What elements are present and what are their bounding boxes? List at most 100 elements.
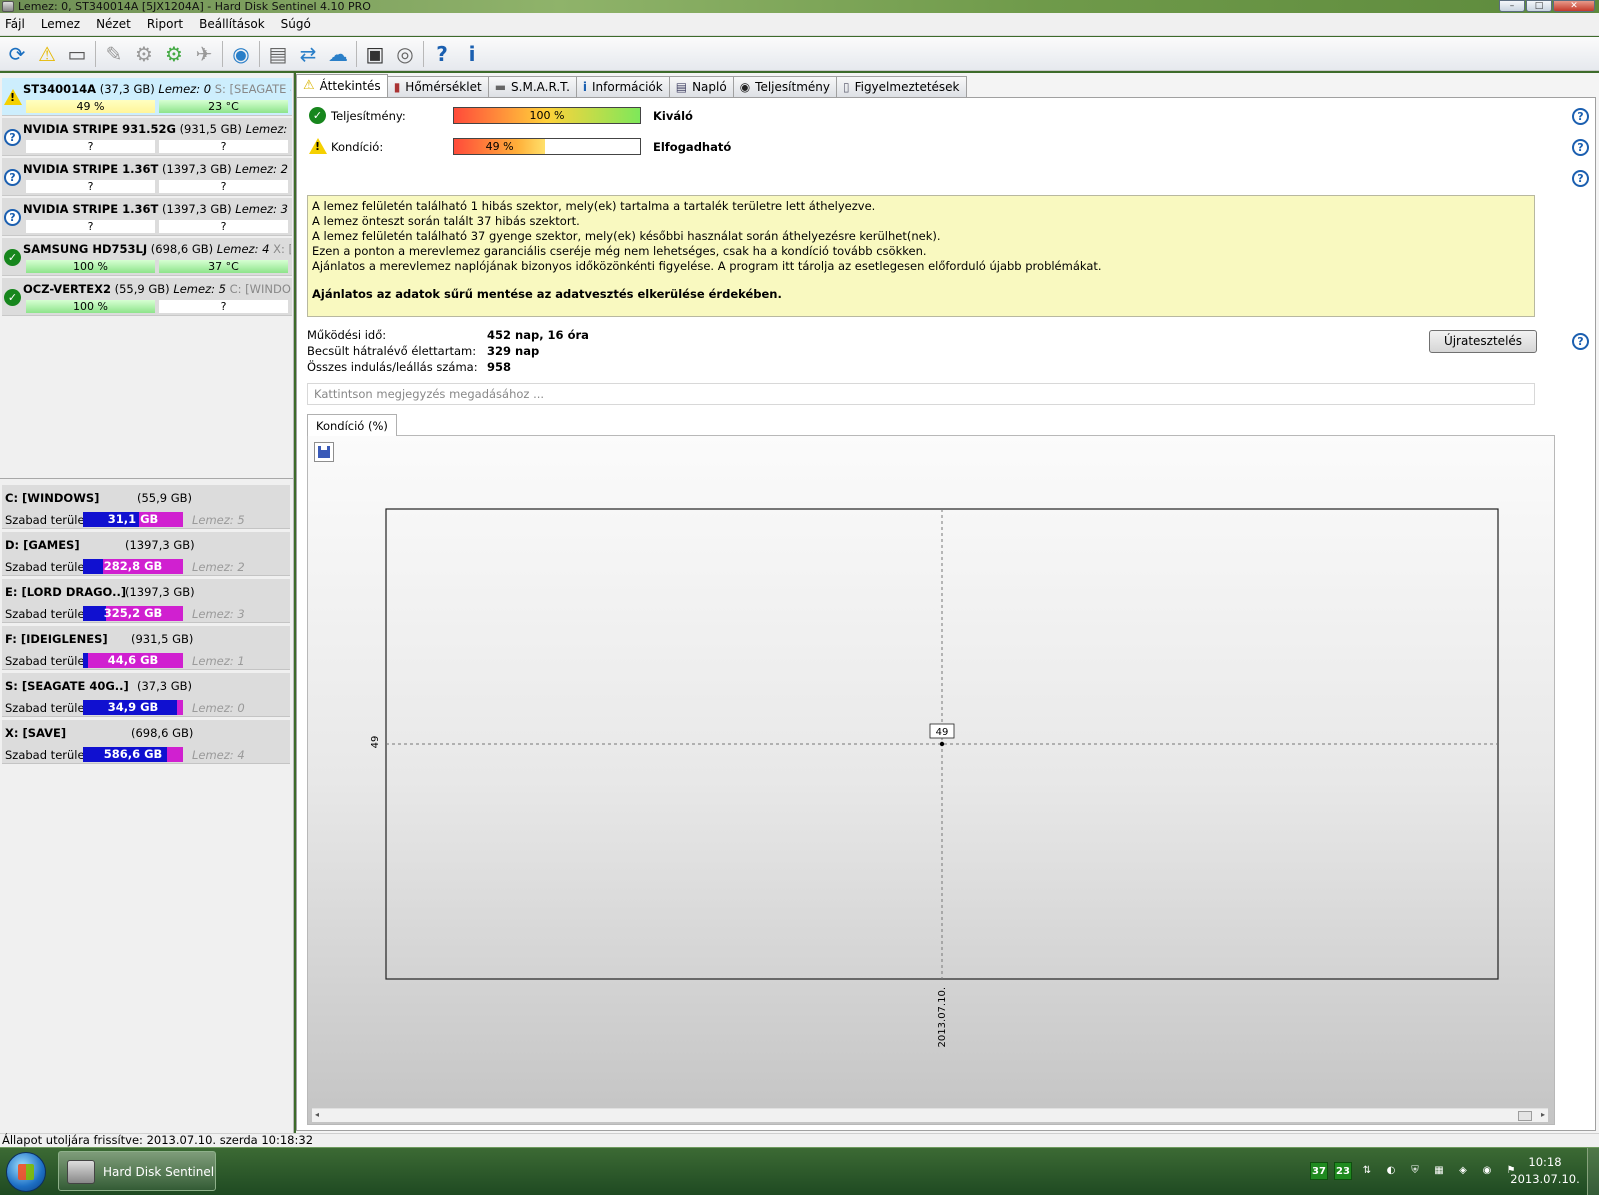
free-space-label: Szabad terület — [5, 701, 90, 715]
close-button[interactable]: ✕ — [1553, 0, 1595, 12]
stat-label: Működési idő: — [307, 328, 387, 342]
network-icon[interactable]: ⇅ — [1358, 1162, 1376, 1180]
help-icon[interactable]: ? — [1572, 139, 1589, 156]
clock-icon[interactable]: ◉ — [1478, 1162, 1496, 1180]
refresh-icon[interactable]: ⟳ — [2, 39, 32, 69]
performance-verdict: Kiváló — [653, 109, 693, 123]
sync-icon[interactable]: ⇄ — [293, 39, 323, 69]
disk-item-4[interactable]: ✓ SAMSUNG HD753LJ (698,6 GB) Lemez: 4 X:… — [2, 238, 292, 276]
volume-item-s[interactable]: S: [SEAGATE 40G..] (37,3 GB) Szabad terü… — [2, 673, 290, 717]
performance-label: Teljesítmény: — [331, 109, 406, 123]
report-icon[interactable]: ▤ — [263, 39, 293, 69]
info-icon[interactable]: i — [457, 39, 487, 69]
help-icon[interactable]: ? — [1572, 108, 1589, 125]
tray-temp-2[interactable]: 23 — [1334, 1162, 1352, 1180]
tab-label: Figyelmeztetések — [854, 80, 960, 94]
note-input[interactable]: Kattintson megjegyzés megadásához ... — [307, 383, 1535, 405]
tab-label: Teljesítmény — [755, 80, 830, 94]
menu-view[interactable]: Nézet — [95, 17, 140, 31]
taskbar-app-button[interactable]: Hard Disk Sentinel — [58, 1151, 216, 1191]
volume-name: F: [IDEIGLENES] — [5, 632, 108, 646]
scroll-thumb[interactable] — [1518, 1111, 1532, 1121]
system-clock[interactable]: 10:18 2013.07.10. — [1510, 1154, 1580, 1188]
disk-item-2[interactable]: ? NVIDIA STRIPE 1.36T (1397,3 GB) Lemez:… — [2, 158, 292, 196]
free-space-label: Szabad terület — [5, 513, 90, 527]
log-icon: ▤ — [675, 80, 688, 94]
disk-item-5[interactable]: ✓ OCZ-VERTEX2 (55,9 GB) Lemez: 5 C: [WIN… — [2, 278, 292, 316]
question-icon: ? — [4, 169, 22, 187]
help-icon[interactable]: ? — [1572, 170, 1589, 187]
sound-icon[interactable]: ◎ — [390, 39, 420, 69]
menu-disk[interactable]: Lemez — [40, 17, 89, 31]
free-space-bar: 34,9 GB — [83, 700, 183, 715]
volume-size: (1397,3 GB) — [125, 585, 195, 599]
menu-bar: Fájl Lemez Nézet Riport Beállítások Súgó — [0, 13, 1599, 36]
smart-test-icon[interactable]: ⚙ — [159, 39, 189, 69]
offline-test-icon[interactable]: ✈ — [189, 39, 219, 69]
minimize-button[interactable]: – — [1499, 0, 1525, 12]
disk-item-0[interactable]: ST340014A (37,3 GB) Lemez: 0 S: [SEAGATE… — [2, 78, 292, 116]
stat-value: 452 nap, 16 óra — [487, 328, 589, 342]
volume-item-d[interactable]: D: [GAMES] (1397,3 GB) Szabad terület 28… — [2, 532, 290, 576]
disk-item-3[interactable]: ? NVIDIA STRIPE 1.36T (1397,3 GB) Lemez:… — [2, 198, 292, 236]
tab-label: Áttekintés — [319, 79, 381, 93]
alert-icon[interactable]: ⚠ — [32, 39, 62, 69]
network-icon[interactable]: ☁ — [323, 39, 353, 69]
update-icon[interactable]: ◐ — [1382, 1162, 1400, 1180]
health-bar: ? — [26, 180, 155, 193]
security-icon[interactable]: ⛨ — [1406, 1162, 1424, 1180]
maximize-button[interactable]: □ — [1526, 0, 1552, 12]
tab-label: Információk — [592, 80, 663, 94]
performance-fill: 100 % — [454, 108, 640, 123]
globe-icon[interactable]: ◉ — [226, 39, 256, 69]
disk-title: NVIDIA STRIPE 931.52G (931,5 GB) Lemez: … — [23, 122, 291, 136]
volume-item-c[interactable]: C: [WINDOWS] (55,9 GB) Szabad terület 31… — [2, 485, 290, 529]
volume-size: (37,3 GB) — [137, 679, 193, 693]
toolbar-separator — [95, 40, 96, 67]
health-bar: 100 % — [26, 260, 155, 273]
menu-file[interactable]: Fájl — [4, 17, 34, 31]
volume-icon[interactable]: ◈ — [1454, 1162, 1472, 1180]
test-icon[interactable]: ✎ — [99, 39, 129, 69]
volume-item-f[interactable]: F: [IDEIGLENES] (931,5 GB) Szabad terüle… — [2, 626, 290, 670]
help-icon[interactable]: ? — [427, 39, 457, 69]
clock-date: 2013.07.10. — [1510, 1172, 1580, 1186]
health-bar: ? — [26, 220, 155, 233]
tray-temp-1[interactable]: 37 — [1310, 1162, 1328, 1180]
disk-item-1[interactable]: ? NVIDIA STRIPE 931.52G (931,5 GB) Lemez… — [2, 118, 292, 156]
panel-splitter[interactable] — [0, 478, 293, 479]
start-button[interactable] — [6, 1152, 46, 1192]
surface-test-icon[interactable]: ⚙ — [129, 39, 159, 69]
free-space-label: Szabad terület — [5, 607, 90, 621]
temperature-bar: ? — [159, 300, 288, 313]
tab-alerts[interactable]: ▯ Figyelmeztetések — [835, 76, 967, 97]
retest-button[interactable]: Újratesztelés — [1429, 330, 1537, 353]
chart-scrollbar[interactable]: ◂ ▸ — [312, 1108, 1548, 1122]
free-space-bar: 282,8 GB — [83, 559, 183, 574]
show-desktop-button[interactable] — [1587, 1148, 1599, 1195]
tab-condition-chart[interactable]: Kondíció (%) — [307, 414, 397, 436]
window-title: Lemez: 0, ST340014A [5JX1204A] - Hard Di… — [18, 0, 371, 13]
menu-report[interactable]: Riport — [146, 17, 192, 31]
menu-help[interactable]: Súgó — [280, 17, 320, 31]
help-icon[interactable]: ? — [1572, 333, 1589, 350]
volume-item-e[interactable]: E: [LORD DRAGO..] (1397,3 GB) Szabad ter… — [2, 579, 290, 623]
disk-icon[interactable]: ▭ — [62, 39, 92, 69]
tab-smart[interactable]: ▬ S.M.A.R.T. — [487, 76, 577, 97]
stat-value: 958 — [487, 360, 512, 374]
tab-overview[interactable]: ⚠ Áttekintés — [296, 74, 388, 97]
device-icon[interactable]: ▦ — [1430, 1162, 1448, 1180]
scroll-left-arrow[interactable]: ◂ — [315, 1110, 319, 1119]
tab-performance[interactable]: ◉ Teljesítmény — [732, 76, 837, 97]
monitor-icon[interactable]: ▣ — [360, 39, 390, 69]
tab-information[interactable]: i Információk — [575, 76, 670, 97]
disk-title: OCZ-VERTEX2 (55,9 GB) Lemez: 5 C: [WINDO… — [23, 282, 291, 296]
tab-log[interactable]: ▤ Napló — [668, 76, 734, 97]
volume-name: E: [LORD DRAGO..] — [5, 585, 127, 599]
tab-temperature[interactable]: ▮ Hőmérséklet — [386, 76, 489, 97]
temperature-bar: ? — [159, 220, 288, 233]
menu-settings[interactable]: Beállítások — [198, 17, 274, 31]
free-space-label: Szabad terület — [5, 560, 90, 574]
scroll-right-arrow[interactable]: ▸ — [1541, 1110, 1545, 1119]
volume-item-x[interactable]: X: [SAVE] (698,6 GB) Szabad terület 586,… — [2, 720, 290, 764]
